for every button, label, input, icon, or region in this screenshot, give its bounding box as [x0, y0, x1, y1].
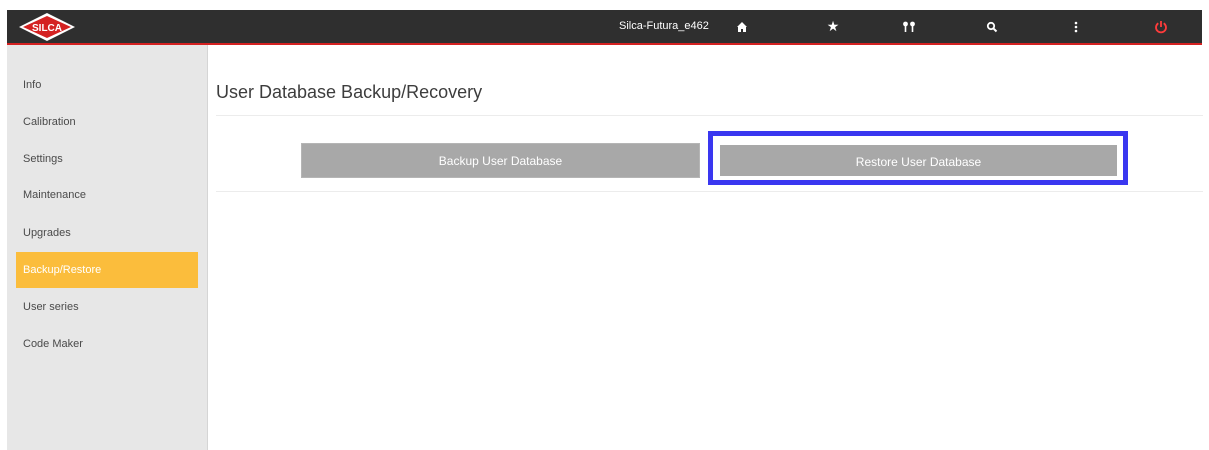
- sidebar-item-settings[interactable]: Settings: [16, 141, 198, 177]
- sidebar-item-calibration[interactable]: Calibration: [16, 104, 198, 140]
- restore-user-database-button[interactable]: Restore User Database: [718, 143, 1119, 178]
- svg-text:SILCA: SILCA: [32, 23, 62, 34]
- sidebar-item-user-series[interactable]: User series: [16, 289, 198, 325]
- keys-icon[interactable]: [894, 10, 924, 43]
- sidebar: Info Calibration Settings Maintenance Up…: [7, 45, 208, 450]
- star-icon[interactable]: ★: [818, 10, 848, 43]
- page-title: User Database Backup/Recovery: [216, 82, 483, 102]
- more-vertical-icon[interactable]: [1061, 10, 1091, 43]
- home-icon[interactable]: [727, 10, 757, 43]
- power-icon[interactable]: [1146, 10, 1176, 43]
- silca-logo[interactable]: SILCA: [17, 12, 77, 42]
- divider: [216, 191, 1203, 192]
- sidebar-item-code-maker[interactable]: Code Maker: [16, 326, 198, 362]
- sidebar-item-maintenance[interactable]: Maintenance: [16, 177, 198, 213]
- sidebar-item-backup-restore[interactable]: Backup/Restore: [16, 252, 198, 288]
- search-icon[interactable]: [977, 10, 1007, 43]
- sidebar-item-info[interactable]: Info: [16, 67, 198, 103]
- top-bar: SILCA Silca-Futura_e462 ★: [7, 10, 1202, 45]
- sidebar-item-upgrades[interactable]: Upgrades: [16, 215, 198, 251]
- divider: [216, 115, 1203, 116]
- device-name: Silca-Futura_e462: [619, 20, 709, 32]
- backup-user-database-button[interactable]: Backup User Database: [301, 143, 700, 178]
